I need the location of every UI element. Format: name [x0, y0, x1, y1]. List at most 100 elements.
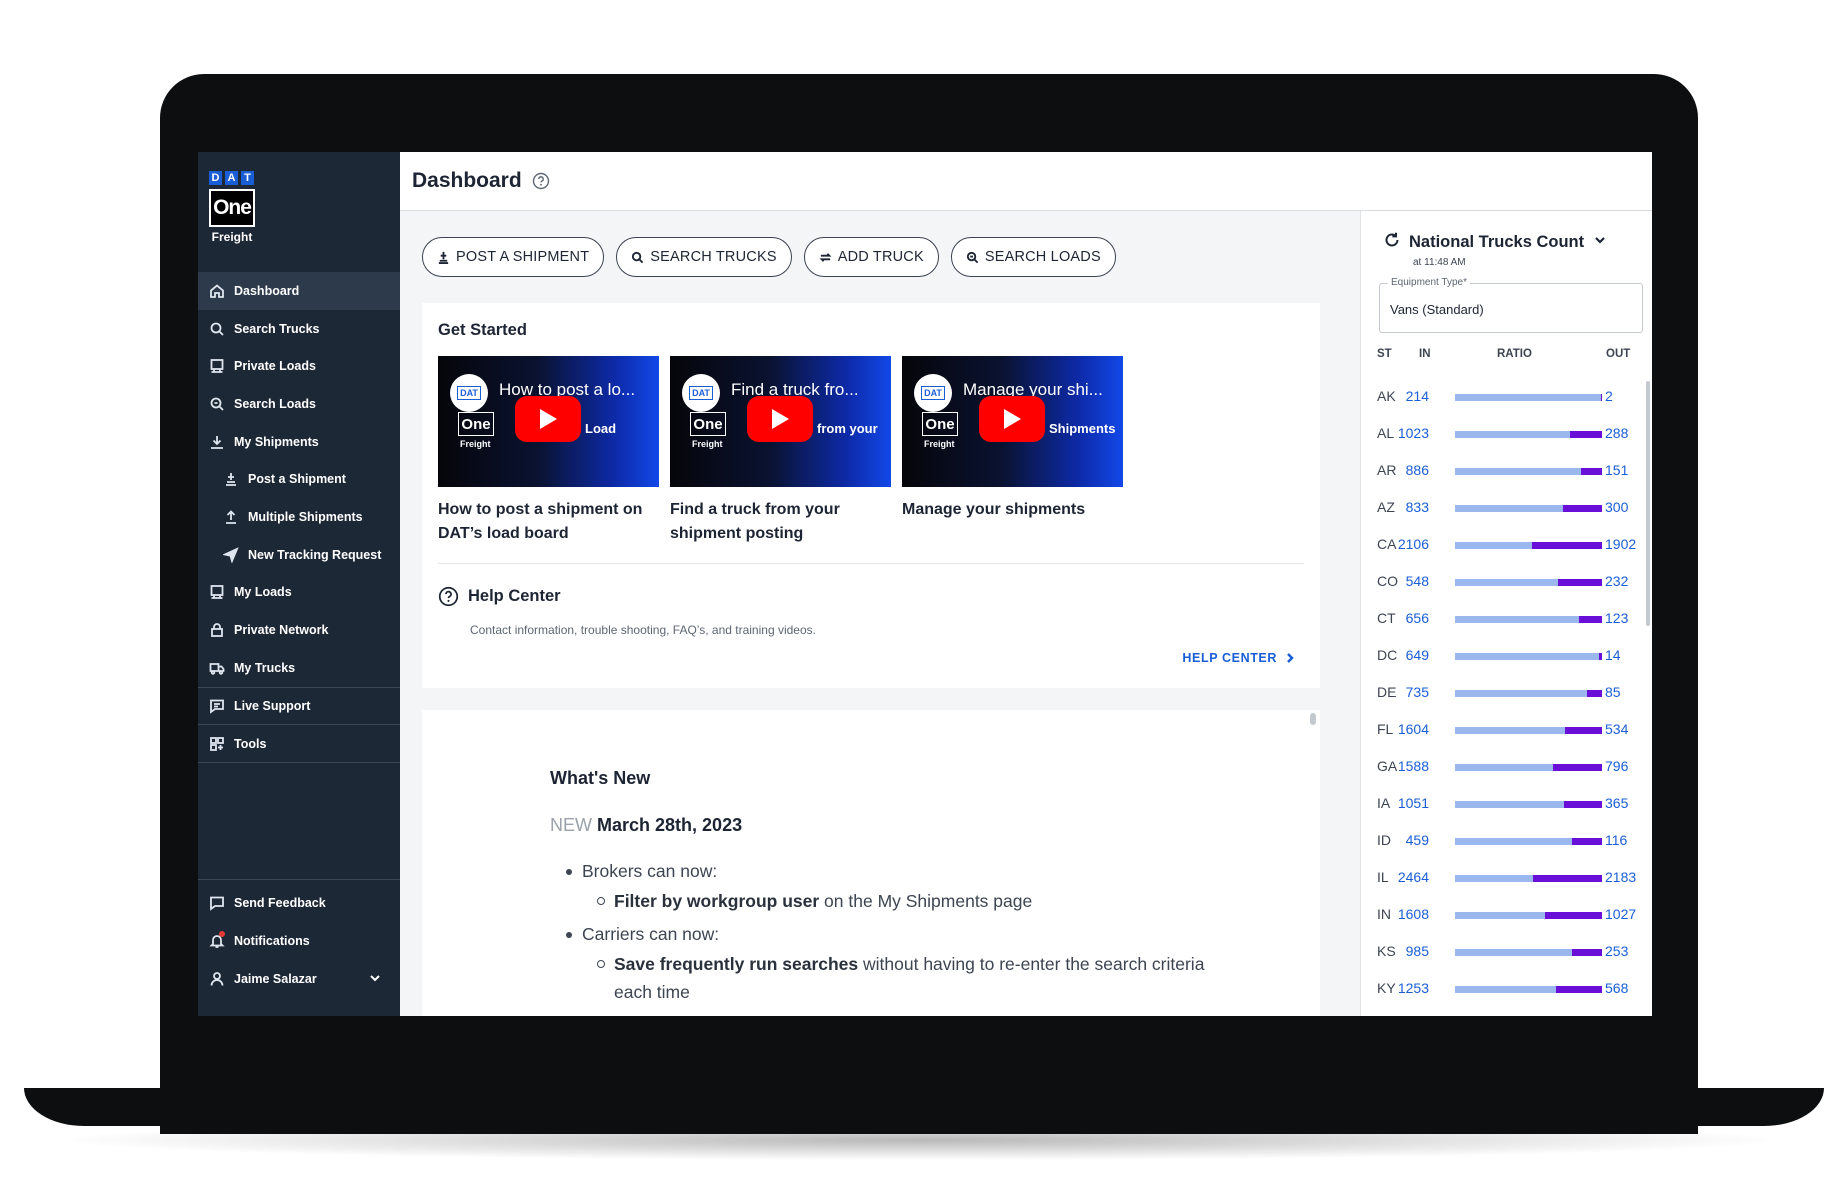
trucks-in-count[interactable]: 649: [1406, 647, 1429, 663]
trucks-in-count[interactable]: 1051: [1398, 795, 1429, 811]
trucks-in-count[interactable]: 214: [1406, 388, 1429, 404]
nav-item-private-loads[interactable]: Private Loads: [198, 347, 400, 385]
table-row[interactable]: ID 459 116: [1361, 823, 1652, 860]
nav-item-my-loads[interactable]: My Loads: [198, 574, 400, 612]
ratio-bar-in: [1455, 690, 1587, 697]
play-button-icon[interactable]: [515, 396, 581, 442]
video-thumbnail[interactable]: DAT One Freight How to post a lo... Load: [438, 356, 659, 487]
trucks-out-count[interactable]: 1902: [1605, 536, 1636, 552]
table-row[interactable]: KS 985 253: [1361, 934, 1652, 971]
nav-item-notifications[interactable]: Notifications: [198, 922, 400, 960]
trucks-out-count[interactable]: 288: [1605, 425, 1628, 441]
nav-item-tools[interactable]: Tools: [198, 724, 400, 762]
trucks-count-table: AK 214 2 AL 1023 288 AR 886 151 AZ 833 300 CA 2106 190…: [1361, 379, 1652, 1008]
nav-item-user-menu[interactable]: Jaime Salazar: [198, 960, 400, 998]
trucks-in-count[interactable]: 548: [1406, 573, 1429, 589]
video-item[interactable]: DAT One Freight Find a truck fro... from…: [670, 356, 891, 546]
scrollbar[interactable]: [1310, 713, 1316, 725]
trucks-in-count[interactable]: 459: [1406, 832, 1429, 848]
trucks-out-count[interactable]: 2183: [1605, 869, 1636, 885]
thumb-one-logo: One: [922, 412, 958, 436]
help-center-link[interactable]: HELP CENTER: [1182, 651, 1296, 665]
video-item[interactable]: DAT One Freight Manage your shi... Shipm…: [902, 356, 1123, 546]
trucks-out-count[interactable]: 300: [1605, 499, 1628, 515]
trucks-out-count[interactable]: 151: [1605, 462, 1628, 478]
trucks-in-count[interactable]: 1253: [1398, 980, 1429, 996]
trucks-out-count[interactable]: 365: [1605, 795, 1628, 811]
trucks-in-count[interactable]: 656: [1406, 610, 1429, 626]
table-row[interactable]: FL 1604 534: [1361, 712, 1652, 749]
table-row[interactable]: DE 735 85: [1361, 675, 1652, 712]
trucks-in-count[interactable]: 2106: [1398, 536, 1429, 552]
nav-item-multiple-shipments[interactable]: Multiple Shipments: [198, 498, 400, 536]
swap-icon: [819, 252, 832, 262]
trucks-in-count[interactable]: 886: [1406, 462, 1429, 478]
nav-item-new-tracking-request[interactable]: New Tracking Request: [198, 536, 400, 574]
table-row[interactable]: AK 214 2: [1361, 379, 1652, 416]
dat-one-logo[interactable]: D A T One Freight: [209, 171, 255, 244]
play-button-icon[interactable]: [979, 396, 1045, 442]
trucks-out-count[interactable]: 232: [1605, 573, 1628, 589]
nav-item-dashboard[interactable]: Dashboard: [198, 272, 400, 310]
trucks-out-count[interactable]: 253: [1605, 943, 1628, 959]
table-row[interactable]: DC 649 14: [1361, 638, 1652, 675]
trucks-in-count[interactable]: 2464: [1398, 869, 1429, 885]
nav-item-post-a-shipment[interactable]: Post a Shipment: [198, 460, 400, 498]
nav-item-my-trucks[interactable]: My Trucks: [198, 649, 400, 687]
table-row[interactable]: CO 548 232: [1361, 564, 1652, 601]
trucks-out-count[interactable]: 14: [1605, 647, 1621, 663]
trucks-in-count[interactable]: 833: [1406, 499, 1429, 515]
video-thumbnail[interactable]: DAT One Freight Find a truck fro... from…: [670, 356, 891, 487]
trucks-out-count[interactable]: 1027: [1605, 906, 1636, 922]
table-row[interactable]: AR 886 151: [1361, 453, 1652, 490]
trucks-in-count[interactable]: 1588: [1398, 758, 1429, 774]
nav-item-label: Live Support: [234, 698, 311, 713]
trucks-out-count[interactable]: 796: [1605, 758, 1628, 774]
nav-item-search-loads[interactable]: Search Loads: [198, 385, 400, 423]
table-row[interactable]: GA 1588 796: [1361, 749, 1652, 786]
state-code: CT: [1377, 610, 1396, 626]
trucks-out-count[interactable]: 85: [1605, 684, 1621, 700]
table-row[interactable]: IN 1608 1027: [1361, 897, 1652, 934]
trucks-in-count[interactable]: 1023: [1398, 425, 1429, 441]
scrollbar[interactable]: [1646, 381, 1650, 626]
trucks-out-count[interactable]: 116: [1605, 832, 1627, 848]
video-caption[interactable]: Manage your shipments: [902, 498, 1123, 522]
add-truck-button[interactable]: ADD TRUCK: [803, 237, 939, 277]
table-row[interactable]: IA 1051 365: [1361, 786, 1652, 823]
help-circle-icon[interactable]: [532, 172, 550, 190]
chevron-down-icon[interactable]: [368, 971, 384, 987]
refresh-icon[interactable]: [1383, 231, 1401, 254]
table-row[interactable]: AL 1023 288: [1361, 416, 1652, 453]
video-caption[interactable]: Find a truck from your shipment posting: [670, 498, 891, 546]
table-row[interactable]: KY 1253 568: [1361, 971, 1652, 1008]
trucks-in-count[interactable]: 985: [1406, 943, 1429, 959]
search-loads-button[interactable]: SEARCH LOADS: [950, 237, 1116, 277]
video-thumbnail[interactable]: DAT One Freight Manage your shi... Shipm…: [902, 356, 1123, 487]
trucks-out-count[interactable]: 123: [1605, 610, 1628, 626]
post-a-shipment-button[interactable]: POST A SHIPMENT: [422, 237, 605, 277]
play-button-icon[interactable]: [747, 396, 813, 442]
nav-item-my-shipments[interactable]: My Shipments: [198, 423, 400, 461]
trucks-out-count[interactable]: 534: [1605, 721, 1628, 737]
chevron-down-icon[interactable]: [1593, 233, 1607, 252]
nav-item-send-feedback[interactable]: Send Feedback: [198, 884, 400, 922]
table-row[interactable]: AZ 833 300: [1361, 490, 1652, 527]
table-row[interactable]: IL 2464 2183: [1361, 860, 1652, 897]
trucks-out-count[interactable]: 568: [1605, 980, 1628, 996]
equipment-type-select[interactable]: Equipment Type* Vans (Standard): [1379, 277, 1643, 333]
trucks-out-count[interactable]: 2: [1605, 388, 1613, 404]
ratio-bar-in: [1455, 616, 1579, 623]
video-caption[interactable]: How to post a shipment on DAT’s load boa…: [438, 498, 659, 546]
trucks-in-count[interactable]: 1604: [1398, 721, 1429, 737]
table-row[interactable]: CT 656 123: [1361, 601, 1652, 638]
video-item[interactable]: DAT One Freight How to post a lo... Load…: [438, 356, 659, 546]
help-center-heading: Help Center: [438, 586, 561, 607]
trucks-in-count[interactable]: 1608: [1398, 906, 1429, 922]
trucks-in-count[interactable]: 735: [1406, 684, 1429, 700]
search-trucks-button[interactable]: SEARCH TRUCKS: [616, 237, 792, 277]
nav-item-live-support[interactable]: Live Support: [198, 686, 400, 725]
nav-item-search-trucks[interactable]: Search Trucks: [198, 310, 400, 348]
table-row[interactable]: CA 2106 1902: [1361, 527, 1652, 564]
nav-item-private-network[interactable]: Private Network: [198, 611, 400, 649]
